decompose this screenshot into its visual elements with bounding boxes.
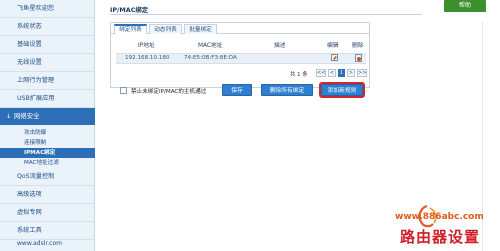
binding-panel: 绑定列表 动态列表 批量绑定 IP地址 MAC地址 描述 编辑 删除 192.1…	[110, 22, 370, 88]
column-header-ip: IP地址	[138, 43, 155, 49]
pagination-last-button[interactable]: >>	[357, 69, 367, 77]
sidebar-section-label: 网络安全	[14, 112, 40, 120]
save-button[interactable]: 保存	[222, 84, 252, 96]
add-new-rule-button[interactable]: 添加新规则	[319, 82, 365, 98]
sidebar-item-welcome[interactable]: 飞鱼星欢迎您	[0, 0, 95, 18]
sidebar-item-wireless-settings[interactable]: 无线设置	[0, 54, 95, 72]
help-button[interactable]: 帮助	[444, 0, 486, 12]
sidebar-item-qos[interactable]: QoS流量控制	[0, 168, 95, 186]
watermark-title: 路由器设置	[400, 228, 481, 246]
sidebar-item-behavior-management[interactable]: 上网行为管理	[0, 72, 95, 90]
pagination-total: 共 1 条	[290, 72, 308, 78]
delete-all-bindings-button[interactable]: 删除所有绑定	[261, 84, 313, 96]
sidebar-footer-url: www.adslr.com	[17, 240, 62, 247]
tab-dynamic-list[interactable]: 动态列表	[149, 24, 182, 34]
watermark-url: www.886abc.com	[395, 212, 484, 222]
delete-icon[interactable]	[355, 54, 362, 62]
tab-bar: 绑定列表 动态列表 批量绑定	[111, 23, 369, 34]
pagination-prev-button[interactable]: <	[328, 69, 336, 77]
sidebar-subitem-connection-limit[interactable]: 连接限制	[0, 138, 95, 148]
pagination-first-button[interactable]: <<	[316, 69, 326, 77]
sidebar-subitem-ipmac-binding[interactable]: IPMAC绑定	[0, 148, 95, 158]
cell-ip: 192.168.10.180	[125, 55, 170, 61]
page-title: IP/MAC绑定	[110, 6, 149, 14]
tab-binding-list[interactable]: 绑定列表	[114, 24, 147, 34]
block-unbound-label: 禁止未绑定IP/MAC的主机通过	[131, 89, 207, 95]
action-bar: 禁止未绑定IP/MAC的主机通过 保存 删除所有绑定 添加新规则	[110, 82, 470, 102]
chevron-down-icon: ↓	[6, 113, 12, 120]
edit-icon[interactable]	[331, 54, 338, 61]
cell-mac: 74:E5:0B:F3:8E:DA	[184, 55, 237, 61]
sidebar-item-advanced[interactable]: 高级选项	[0, 186, 95, 204]
sidebar: 飞鱼星欢迎您 系统状态 基础设置 无线设置 上网行为管理 USB扩展应用 ↓ 网络…	[0, 0, 95, 251]
sidebar-item-system-status[interactable]: 系统状态	[0, 18, 95, 36]
column-header-edit: 编辑	[327, 43, 339, 49]
sidebar-section-network-security[interactable]: ↓ 网络安全	[0, 108, 95, 125]
sidebar-item-system-tools[interactable]: 系统工具	[0, 222, 95, 240]
sidebar-item-vpn[interactable]: 虚拟专网	[0, 204, 95, 222]
pagination-next-button[interactable]: >	[347, 69, 355, 77]
sidebar-subitem-mac-filter[interactable]: MAC地址过滤	[0, 158, 95, 168]
column-header-description: 描述	[274, 43, 286, 49]
column-header-mac: MAC地址	[198, 43, 223, 49]
sidebar-item-basic-settings[interactable]: 基础设置	[0, 36, 95, 54]
block-unbound-checkbox[interactable]	[120, 87, 127, 94]
sidebar-item-usb-apps[interactable]: USB扩展应用	[0, 90, 95, 108]
sidebar-subitem-attack-defense[interactable]: 攻击防御	[0, 128, 95, 138]
column-header-delete: 删除	[352, 43, 364, 49]
tab-batch-binding[interactable]: 批量绑定	[184, 24, 217, 34]
title-divider	[110, 14, 422, 15]
pagination-current-page[interactable]: 1	[338, 69, 345, 77]
